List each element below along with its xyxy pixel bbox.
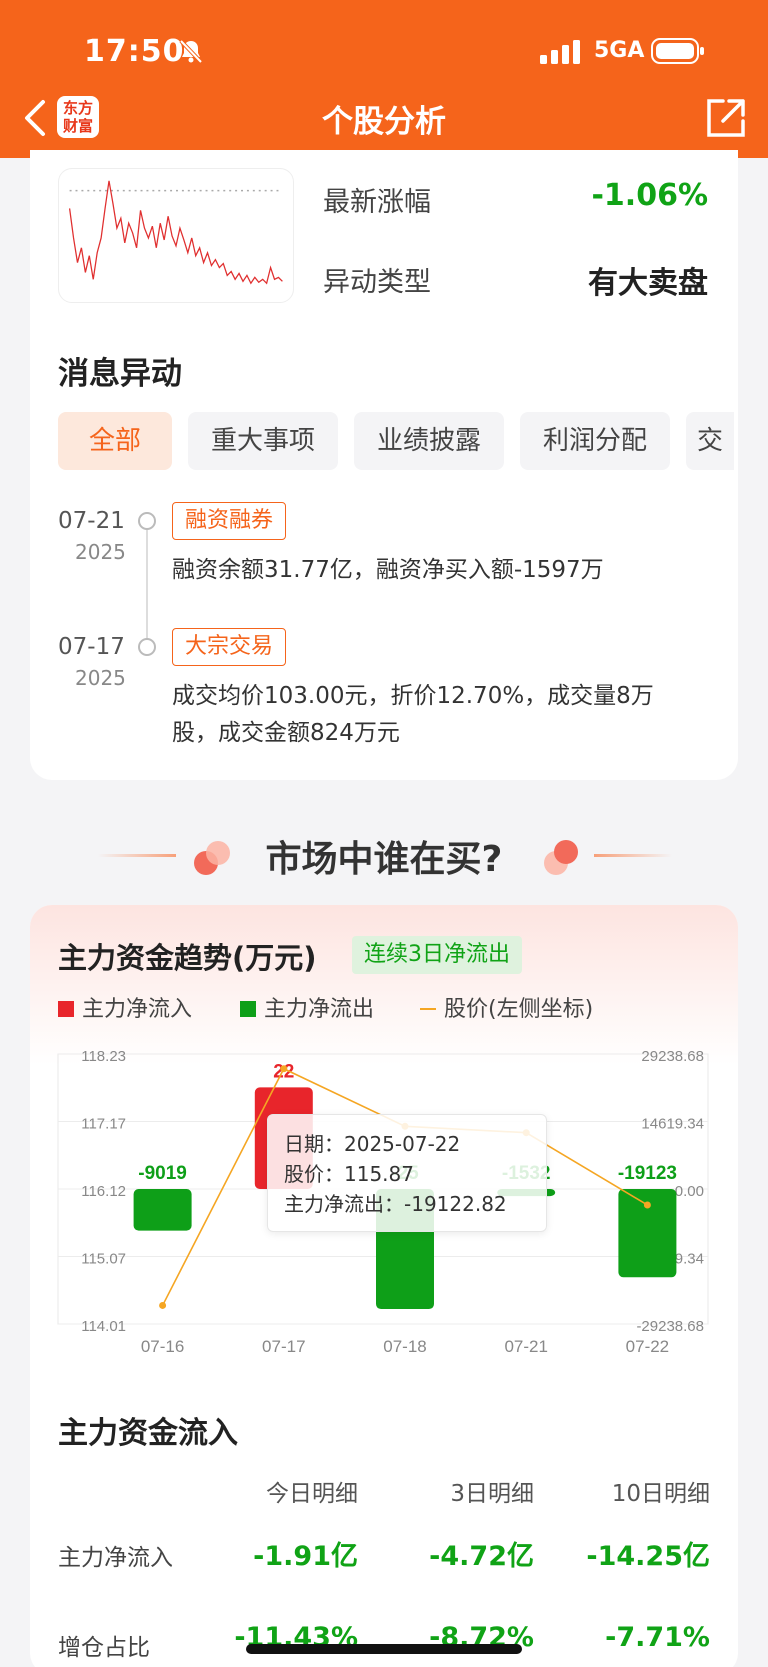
tab-all[interactable]: 全部	[58, 412, 172, 470]
tab-major-events[interactable]: 重大事项	[188, 412, 338, 470]
bar	[133, 1189, 192, 1231]
position-ratio-10day: -7.71%	[605, 1622, 710, 1653]
home-indicator	[246, 1644, 522, 1654]
row-net-inflow-label: 主力净流入	[58, 1545, 173, 1571]
news-tag[interactable]: 融资融券	[172, 502, 287, 540]
net-inflow-today: -1.91亿	[253, 1541, 358, 1572]
news-tag[interactable]: 大宗交易	[172, 628, 287, 666]
col-3day[interactable]: 3日明细	[450, 1474, 534, 1508]
network-type: 5GA	[594, 38, 645, 63]
tooltip-date: 日期：2025-07-22	[284, 1132, 461, 1156]
news-text[interactable]: 成交均价103.00元，折价12.70%，成交量8万股，成交金额824万元	[172, 678, 692, 752]
status-time: 17:50	[84, 34, 185, 69]
row-position-ratio-label: 增仓占比	[58, 1635, 150, 1661]
tab-profit-distribution[interactable]: 利润分配	[520, 412, 670, 470]
legend-outflow[interactable]: 主力净流出	[240, 995, 374, 1025]
price-point	[280, 1065, 288, 1073]
net-inflow-3day: -4.72亿	[429, 1541, 534, 1572]
timeline-dot	[138, 638, 156, 656]
page-title: 个股分析	[322, 104, 446, 140]
timeline-dot	[138, 512, 156, 530]
outflow-streak-badge: 连续3日净流出	[352, 936, 522, 974]
anomaly-type-value: 有大卖盘	[588, 266, 708, 301]
col-today[interactable]: 今日明细	[266, 1474, 358, 1508]
mute-bell-icon	[179, 39, 203, 64]
battery-icon	[651, 38, 704, 64]
chart-tooltip: 日期：2025-07-22 股价：115.87 主力净流出：-19122.82	[267, 1114, 547, 1232]
col-10day[interactable]: 10日明细	[612, 1474, 710, 1508]
card-header-gradient	[30, 905, 738, 1065]
legend-inflow[interactable]: 主力净流入	[58, 995, 192, 1025]
legend-price-swatch	[420, 1008, 436, 1010]
tab-trading[interactable]: 交	[686, 412, 734, 470]
news-year: 2025	[75, 540, 126, 564]
intraday-sparkline	[58, 168, 294, 303]
latest-change-label: 最新涨幅	[323, 187, 431, 218]
market-buyers-title: 市场中谁在买?	[265, 839, 503, 880]
latest-change-value: -1.06%	[591, 178, 708, 213]
news-text[interactable]: 融资余额31.77亿，融资净买入额-1597万	[172, 552, 692, 589]
news-year: 2025	[75, 666, 126, 690]
signal-icon	[540, 40, 580, 64]
legend-outflow-label: 主力净流出	[264, 997, 375, 1022]
share-icon[interactable]	[705, 97, 747, 139]
news-date: 07-17	[58, 634, 125, 660]
tab-earnings[interactable]: 业绩披露	[354, 412, 504, 470]
legend-price[interactable]: 股价(左侧坐标)	[420, 995, 593, 1025]
tooltip-flow: 主力净流出：-19122.82	[284, 1192, 507, 1216]
anomaly-type-label: 异动类型	[323, 267, 431, 298]
capital-trend-title: 主力资金趋势(万元)	[58, 941, 317, 975]
legend-outflow-swatch	[240, 1001, 256, 1017]
timeline-line	[146, 528, 148, 646]
news-date: 07-21	[58, 508, 125, 534]
capital-flow-title: 主力资金流入	[58, 1416, 238, 1451]
price-point	[643, 1201, 651, 1209]
net-inflow-10day: -14.25亿	[586, 1541, 710, 1572]
news-section-title: 消息异动	[58, 356, 182, 392]
legend-price-label: 股价(左侧坐标)	[444, 997, 594, 1022]
top-bar: 17:50 5GA 东方财富 个股分析	[0, 0, 768, 158]
legend-inflow-swatch	[58, 1001, 74, 1017]
tooltip-price: 股价：115.87	[284, 1162, 414, 1186]
price-point	[159, 1301, 167, 1309]
legend-inflow-label: 主力净流入	[82, 997, 193, 1022]
